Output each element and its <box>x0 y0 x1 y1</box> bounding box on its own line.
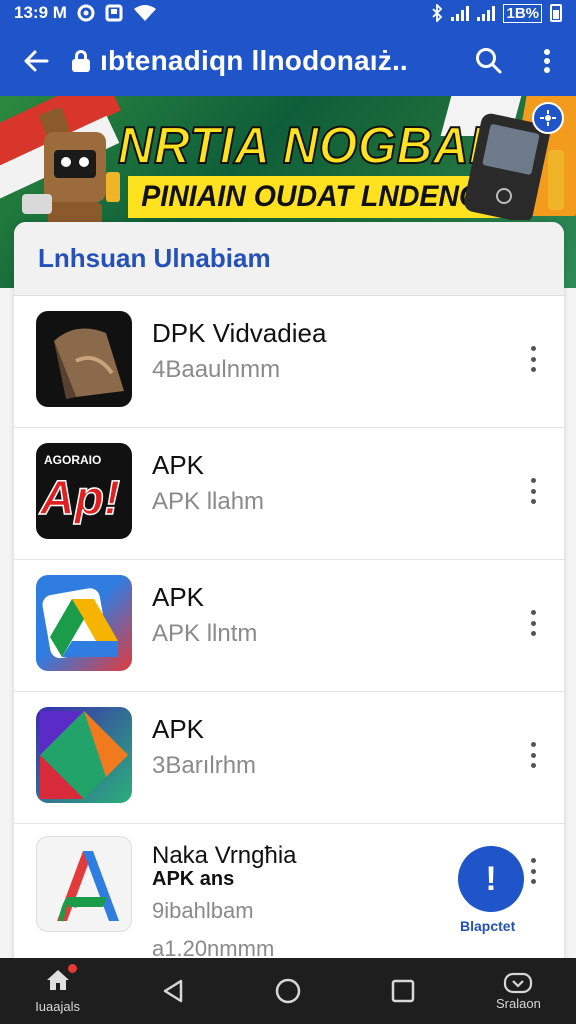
status-bar: 13:9 M 1B% <box>0 0 576 26</box>
notification-square-icon <box>105 4 123 22</box>
wifi-icon <box>133 4 157 22</box>
more-vert-icon[interactable] <box>530 478 536 504</box>
back-triangle-icon <box>163 979 183 1003</box>
overflow-menu-button[interactable] <box>518 26 576 96</box>
app-description: APK llntm <box>152 620 258 647</box>
app-icon-dark-hat <box>36 311 132 407</box>
page-title: ıbtenadiqn llnodonaıż.. <box>100 45 408 76</box>
banner-subline: PINIAIN OUDAT LNDENGH <box>128 176 516 218</box>
nav-home[interactable]: Iuaajals <box>0 958 115 1024</box>
search-icon <box>476 48 502 74</box>
lock-icon <box>72 50 90 72</box>
nav-recents[interactable] <box>346 958 461 1024</box>
app-icon-drive-multicolor <box>36 575 132 671</box>
home-circle-icon <box>275 978 301 1004</box>
app-icon-main-text: Ap! <box>39 471 120 526</box>
nav-label: Iuaajals <box>35 999 80 1014</box>
app-name: APK <box>152 582 205 612</box>
notification-circle-icon <box>77 4 95 22</box>
app-description: 3Barılrhm <box>152 752 257 779</box>
app-icon-top-text: AGORAIO <box>44 453 102 467</box>
battery-icon <box>550 4 562 22</box>
recents-square-icon <box>391 979 415 1003</box>
app-description: APK llahm <box>152 488 265 515</box>
card-header: Lnhsuan Ulnabiam <box>14 222 564 296</box>
battery-text: 1B% <box>503 3 542 23</box>
list-item[interactable]: APK APK llntm <box>14 560 564 692</box>
banner-badge-icon[interactable] <box>532 102 564 134</box>
list-item[interactable]: AGORAIO Ap! APK APK llahm <box>14 428 564 560</box>
gamepad-icon <box>504 972 533 993</box>
app-name: DPK Vidvadiea <box>152 318 327 348</box>
list-item[interactable]: APK 3Barılrhm <box>14 692 564 824</box>
app-description: 9ibahlbam <box>152 898 254 923</box>
nav-games[interactable]: Sralaon <box>461 958 576 1024</box>
bottom-navigation: Iuaajals Sralaon <box>0 958 576 1024</box>
back-arrow-icon <box>24 50 49 72</box>
home-icon <box>45 964 77 997</box>
app-name: APK <box>152 714 205 744</box>
fab-symbol: ! <box>485 859 497 898</box>
more-vert-icon <box>544 49 550 73</box>
back-button[interactable] <box>0 26 72 96</box>
app-bar: ıbtenadiqn llnodonaıż.. <box>0 26 576 96</box>
status-time: 13:9 M <box>14 3 67 22</box>
app-icon-letter-a <box>36 836 132 932</box>
alert-fab-button[interactable]: ! <box>458 846 524 912</box>
fab-label: Blapctet <box>460 918 516 934</box>
nav-label: Sralaon <box>496 995 541 1011</box>
bluetooth-icon <box>431 4 443 22</box>
more-vert-icon[interactable] <box>530 742 536 768</box>
more-vert-icon[interactable] <box>530 346 536 372</box>
signal-icon <box>451 5 470 21</box>
nav-home-button[interactable] <box>230 958 345 1024</box>
app-name: APK <box>152 450 205 480</box>
app-list-card: Lnhsuan Ulnabiam DPK Vidvadiea 4Baaulnmm… <box>14 222 564 982</box>
app-description: 4Baaulnmm <box>152 356 281 383</box>
nav-back[interactable] <box>115 958 230 1024</box>
app-name: Naka Vrngħia <box>152 842 297 869</box>
card-title: Lnhsuan Ulnabiam <box>38 243 271 273</box>
signal-icon-2 <box>477 5 496 21</box>
app-icon-triangle-multicolor <box>36 707 132 803</box>
search-button[interactable] <box>460 26 518 96</box>
list-item[interactable]: DPK Vidvadiea 4Baaulnmm <box>14 296 564 428</box>
more-vert-icon[interactable] <box>530 858 536 884</box>
app-icon-red-ap: AGORAIO Ap! <box>36 443 132 539</box>
app-name-secondary: APK ans <box>152 868 235 890</box>
more-vert-icon[interactable] <box>530 610 536 636</box>
